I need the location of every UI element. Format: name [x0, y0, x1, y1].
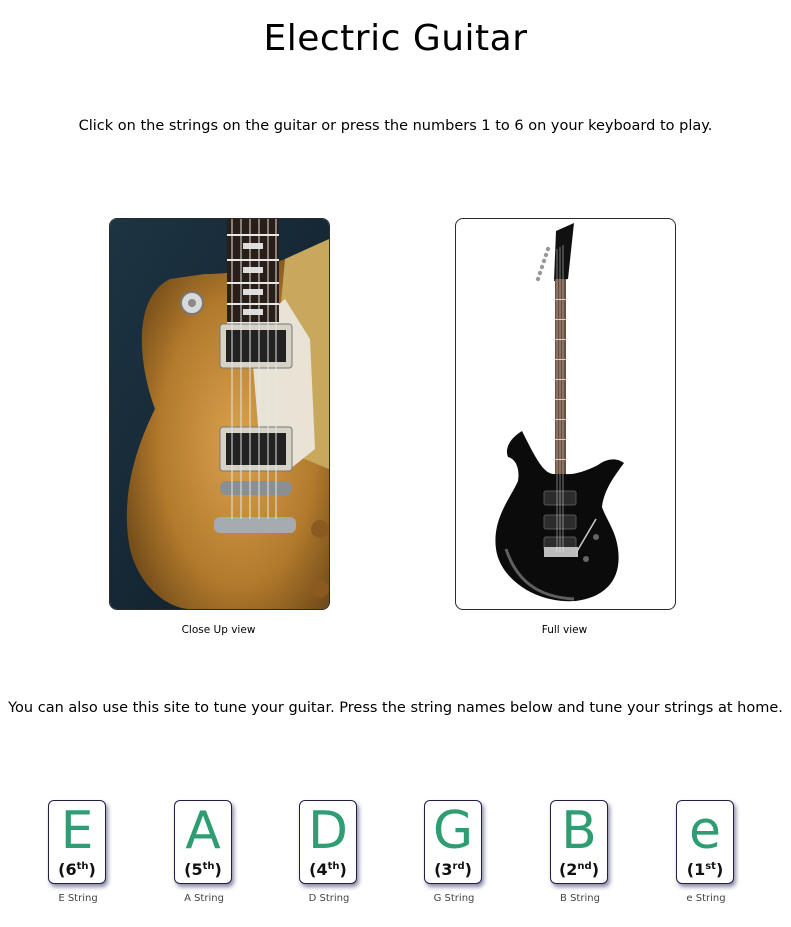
- string-number: 3: [441, 860, 453, 879]
- string-key-g[interactable]: G (3rd): [424, 800, 482, 884]
- string-ordinal-suffix: th: [202, 861, 215, 872]
- string-key-b[interactable]: B (2nd): [550, 800, 608, 884]
- string-ordinal-suffix: rd: [452, 861, 465, 872]
- string-letter: A: [185, 801, 221, 861]
- string-ordinal-suffix: st: [705, 861, 716, 872]
- string-name-b: B String: [560, 893, 600, 904]
- string-number: 6: [65, 860, 77, 879]
- string-number-label: (1st): [686, 860, 724, 879]
- string-key-e-high[interactable]: e (1st): [676, 800, 734, 884]
- string-name-d: D String: [308, 893, 350, 904]
- string-letter: e: [689, 801, 721, 861]
- string-letter: E: [60, 801, 94, 861]
- string-name-e-high: e String: [686, 893, 726, 904]
- string-number: 5: [191, 860, 203, 879]
- string-ordinal-suffix: th: [76, 861, 89, 872]
- string-name-g: G String: [433, 893, 475, 904]
- string-name-a: A String: [184, 893, 224, 904]
- string-number: 2: [566, 860, 578, 879]
- string-key-e-low[interactable]: E (6th): [48, 800, 106, 884]
- string-number: 4: [316, 860, 328, 879]
- string-number: 1: [694, 860, 706, 879]
- string-number-label: (4th): [309, 860, 347, 879]
- string-number-label: (5th): [184, 860, 222, 879]
- page-title: Electric Guitar: [263, 18, 528, 59]
- string-ordinal-suffix: nd: [577, 861, 592, 872]
- full-view-caption: Full view: [541, 624, 588, 636]
- string-number-label: (2nd): [558, 860, 600, 879]
- string-letter: G: [432, 801, 474, 861]
- tuning-instructions-text: You can also use this site to tune your …: [8, 700, 783, 716]
- string-ordinal-suffix: th: [327, 861, 340, 872]
- instructions-text: Click on the strings on the guitar or pr…: [78, 118, 713, 134]
- closeup-guitar-illustration: [110, 219, 329, 609]
- string-letter: D: [307, 801, 349, 861]
- string-key-a[interactable]: A (5th): [174, 800, 232, 884]
- string-name-e-low: E String: [58, 893, 98, 904]
- string-letter: B: [561, 801, 597, 861]
- closeup-view-image[interactable]: [109, 218, 330, 610]
- closeup-view-caption: Close Up view: [181, 624, 256, 636]
- string-number-label: (6th): [58, 860, 96, 879]
- full-view-image[interactable]: [455, 218, 676, 610]
- string-key-d[interactable]: D (4th): [299, 800, 357, 884]
- full-guitar-illustration: [495, 223, 624, 602]
- string-number-label: (3rd): [434, 860, 472, 879]
